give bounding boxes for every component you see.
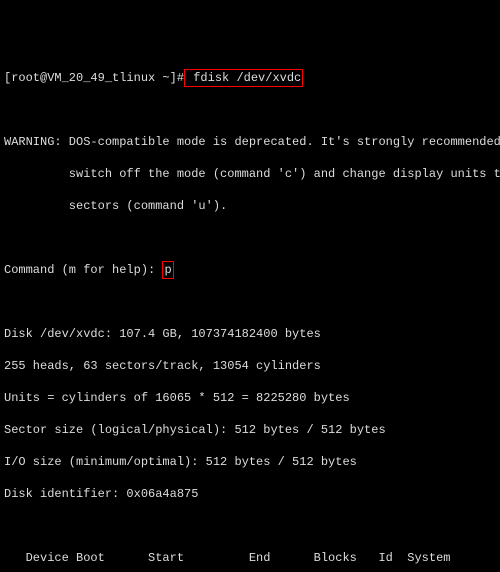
disk-info-1: Disk /dev/xvdc: 107.4 GB, 107374182400 b… (4, 326, 500, 342)
disk-info-3: Units = cylinders of 16065 * 512 = 82252… (4, 390, 500, 406)
warning-line-2: switch off the mode (command 'c') and ch… (4, 166, 500, 182)
disk-info-2: 255 heads, 63 sectors/track, 13054 cylin… (4, 358, 500, 374)
cmd-prompt-label: Command (m for help): (4, 263, 162, 277)
disk-info-4: Sector size (logical/physical): 512 byte… (4, 422, 500, 438)
cmd-p-line: Command (m for help): p (4, 262, 500, 278)
blank-line (4, 518, 500, 534)
cmd-fdisk[interactable]: fdisk /dev/xvdc (184, 69, 303, 87)
prompt-line-1: [root@VM_20_49_tlinux ~]# fdisk /dev/xvd… (4, 70, 500, 86)
warning-line-3: sectors (command 'u'). (4, 198, 500, 214)
shell-prompt: [root@VM_20_49_tlinux ~]# (4, 71, 184, 85)
blank-line (4, 294, 500, 310)
warning-line-1: WARNING: DOS-compatible mode is deprecat… (4, 134, 500, 150)
disk-info-5: I/O size (minimum/optimal): 512 bytes / … (4, 454, 500, 470)
partition-header: Device Boot Start End Blocks Id System (4, 550, 500, 566)
blank-line (4, 230, 500, 246)
disk-info-6: Disk identifier: 0x06a4a875 (4, 486, 500, 502)
blank-line (4, 102, 500, 118)
cmd-p[interactable]: p (162, 261, 173, 279)
